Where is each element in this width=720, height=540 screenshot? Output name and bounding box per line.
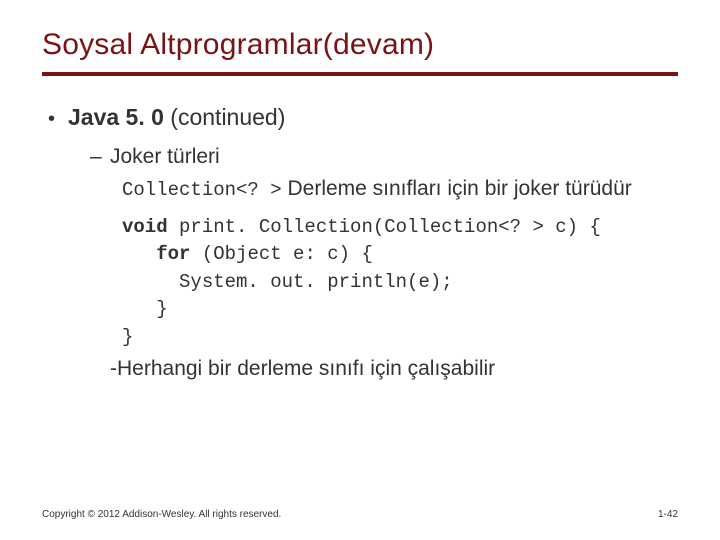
explain-rest: Derleme sınıfları için bir joker türüdür [282, 177, 632, 200]
bullet1-text: Java 5. 0 (continued) [68, 104, 285, 131]
title-rule [42, 72, 678, 76]
code-l1b: print. Collection(Collection<? > c) { [168, 216, 601, 238]
bullet1-strong: Java 5. 0 [68, 104, 164, 130]
code-l5: } [122, 326, 133, 348]
explain-line: Collection<? > Derleme sınıfları için bi… [42, 175, 678, 204]
bullet2-text: Joker türleri [110, 145, 220, 169]
copyright-text: Copyright © 2012 Addison-Wesley. All rig… [42, 509, 281, 520]
inline-code: Collection<? > [122, 179, 282, 201]
footer: Copyright © 2012 Addison-Wesley. All rig… [42, 509, 678, 520]
kw-void: void [122, 216, 168, 238]
code-l4: } [156, 298, 167, 320]
bullet-level-2: – Joker türleri [42, 145, 678, 169]
closing-line: -Herhangi bir derleme sınıfı için çalışa… [42, 357, 678, 381]
code-block: void print. Collection(Collection<? > c)… [42, 214, 678, 352]
kw-for: for [156, 243, 190, 265]
bullet-level-1: • Java 5. 0 (continued) [42, 104, 678, 131]
bullet-dash-icon: – [90, 145, 110, 169]
code-l2b: (Object e: c) { [190, 243, 372, 265]
bullet-dot-icon: • [48, 108, 68, 131]
page-number: 1-42 [658, 509, 678, 520]
code-l3: System. out. println(e); [179, 271, 453, 293]
bullet1-cont: (continued) [164, 104, 285, 130]
slide: Soysal Altprogramlar(devam) • Java 5. 0 … [0, 0, 720, 540]
slide-title: Soysal Altprogramlar(devam) [42, 28, 678, 62]
